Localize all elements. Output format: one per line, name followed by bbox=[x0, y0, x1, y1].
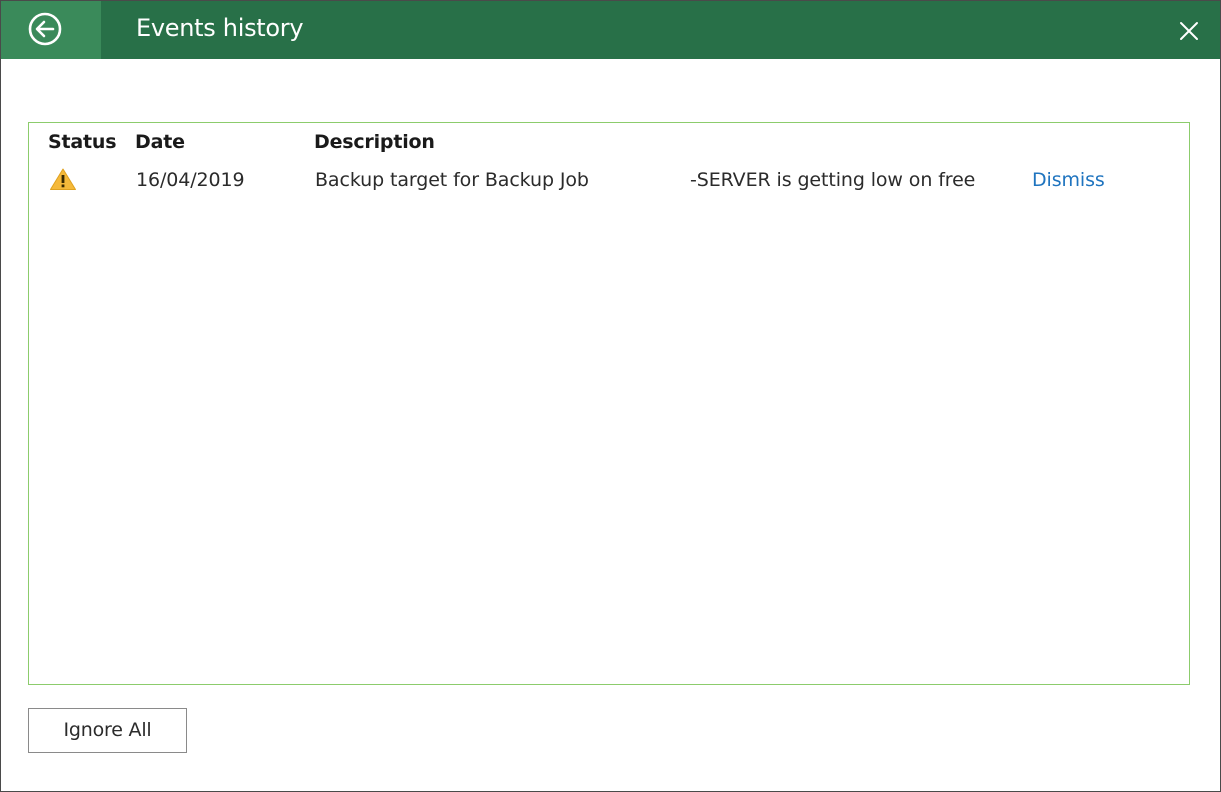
events-table: Status Date Description 16/04/2019 Backu… bbox=[28, 122, 1190, 685]
event-description-part2: -SERVER is getting low on free bbox=[690, 169, 976, 191]
ignore-all-button[interactable]: Ignore All bbox=[28, 708, 187, 753]
event-description-part1: Backup target for Backup Job bbox=[315, 169, 589, 191]
column-header-status[interactable]: Status bbox=[48, 129, 117, 155]
dismiss-link[interactable]: Dismiss bbox=[1032, 167, 1105, 193]
column-header-description[interactable]: Description bbox=[314, 129, 435, 155]
window-title: Events history bbox=[136, 14, 304, 42]
column-header-date[interactable]: Date bbox=[135, 129, 185, 155]
close-icon[interactable] bbox=[1175, 17, 1203, 45]
back-button-area[interactable] bbox=[1, 1, 101, 59]
event-date: 16/04/2019 bbox=[136, 169, 245, 191]
warning-icon bbox=[50, 168, 76, 190]
back-arrow-circle-icon[interactable] bbox=[28, 12, 62, 46]
title-bar: Events history bbox=[1, 1, 1220, 59]
events-history-window: Events history Status Date Description 1… bbox=[0, 0, 1221, 792]
